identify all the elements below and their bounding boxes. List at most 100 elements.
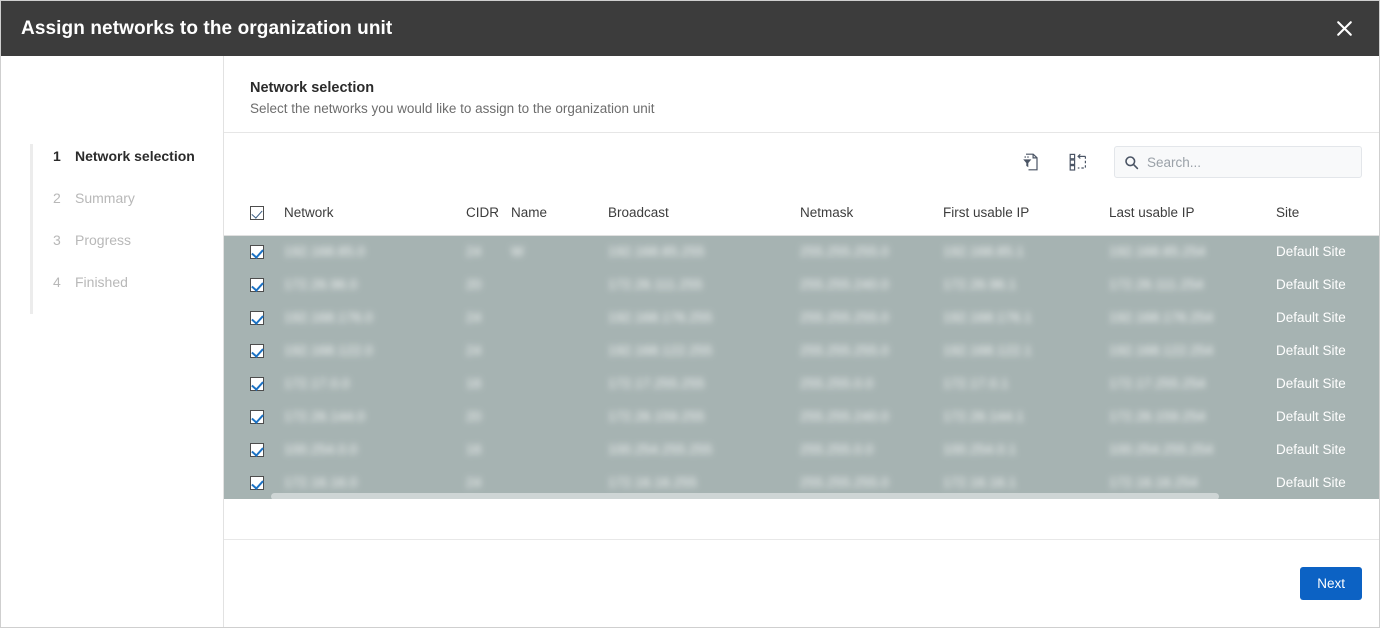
column-header-netmask[interactable]: Netmask bbox=[800, 191, 943, 236]
cell-value-broadcast: 172.16.16.255 bbox=[608, 475, 697, 490]
cell-cidr: 16 bbox=[466, 367, 511, 400]
column-header-last-usable-ip[interactable]: Last usable IP bbox=[1109, 191, 1276, 236]
assign-networks-dialog: Assign networks to the organization unit… bbox=[0, 0, 1380, 628]
cell-value-name: W bbox=[511, 244, 524, 260]
row-checkbox[interactable] bbox=[250, 311, 264, 326]
cell-cidr: 20 bbox=[466, 268, 511, 301]
cell-broadcast: 192.168.176.255 bbox=[608, 301, 800, 334]
networks-table: Network CIDR Name Broadcast Netmask Firs… bbox=[224, 191, 1379, 499]
cell-value-first-usable-ip: 192.168.85.1 bbox=[943, 244, 1025, 260]
column-header-name[interactable]: Name bbox=[511, 191, 608, 236]
row-checkbox-cell bbox=[224, 400, 284, 433]
cell-netmask: 255.255.255.0 bbox=[800, 301, 943, 334]
table-header-row: Network CIDR Name Broadcast Netmask Firs… bbox=[224, 191, 1379, 236]
cell-site: Default Site bbox=[1276, 466, 1379, 499]
cell-first-usable-ip: 172.26.96.1 bbox=[943, 268, 1109, 301]
cell-value-broadcast: 192.168.122.255 bbox=[608, 343, 713, 358]
column-header-network[interactable]: Network bbox=[284, 191, 466, 236]
step-label: Progress bbox=[75, 232, 132, 248]
cell-broadcast: 172.26.159.255 bbox=[608, 400, 800, 433]
cell-name bbox=[511, 400, 608, 433]
cell-last-usable-ip: 172.26.111.254 bbox=[1109, 268, 1276, 301]
cell-first-usable-ip: 192.168.176.1 bbox=[943, 301, 1109, 334]
cell-value-site: Default Site bbox=[1276, 277, 1346, 292]
cell-broadcast: 192.168.122.255 bbox=[608, 334, 800, 367]
row-checkbox[interactable] bbox=[250, 377, 264, 392]
table-row[interactable]: 172.26.144.0 20 172.26.159.255 255.255.240.… bbox=[224, 400, 1379, 433]
row-checkbox-cell bbox=[224, 334, 284, 367]
table-row[interactable]: 192.168.85.0 24 W 192.168.85.255 255.255.255… bbox=[224, 235, 1379, 268]
sidebar-step-finished[interactable]: 4 Finished bbox=[53, 274, 223, 316]
cell-value-netmask: 255.255.240.0 bbox=[800, 409, 889, 424]
cell-last-usable-ip: 192.168.176.254 bbox=[1109, 301, 1276, 334]
table-row[interactable]: 100.254.0.0 16 100.254.255.255 255.255.0.0 1… bbox=[224, 433, 1379, 466]
column-header-cidr[interactable]: CIDR bbox=[466, 191, 511, 236]
step-label: Network selection bbox=[75, 148, 195, 164]
cell-site: Default Site bbox=[1276, 400, 1379, 433]
cell-site: Default Site bbox=[1276, 301, 1379, 334]
cell-network: 172.26.96.0 bbox=[284, 268, 466, 301]
row-checkbox[interactable] bbox=[250, 245, 264, 260]
list-selection-icon[interactable] bbox=[1061, 145, 1095, 179]
document-filter-icon[interactable] bbox=[1013, 145, 1047, 179]
cell-value-cidr: 24 bbox=[466, 244, 482, 260]
sidebar-step-network-selection[interactable]: 1 Network selection bbox=[53, 148, 223, 190]
cell-netmask: 255.255.240.0 bbox=[800, 400, 943, 433]
table-row[interactable]: 192.168.122.0 24 192.168.122.255 255.255.25… bbox=[224, 334, 1379, 367]
row-checkbox-cell bbox=[224, 301, 284, 334]
cell-broadcast: 192.168.85.255 bbox=[608, 235, 800, 268]
cell-value-broadcast: 192.168.176.255 bbox=[608, 310, 713, 325]
row-checkbox[interactable] bbox=[250, 410, 264, 425]
step-label: Finished bbox=[75, 274, 128, 290]
cell-first-usable-ip: 192.168.85.1 bbox=[943, 235, 1109, 268]
dialog-titlebar: Assign networks to the organization unit bbox=[1, 1, 1379, 56]
cell-value-site: Default Site bbox=[1276, 409, 1346, 424]
cell-name bbox=[511, 301, 608, 334]
cell-site: Default Site bbox=[1276, 235, 1379, 268]
search-input[interactable] bbox=[1147, 154, 1352, 170]
cell-value-broadcast: 100.254.255.255 bbox=[608, 442, 713, 457]
cell-first-usable-ip: 172.17.0.1 bbox=[943, 367, 1109, 400]
dialog-content: Network selection Select the networks yo… bbox=[224, 56, 1379, 627]
cell-netmask: 255.255.255.0 bbox=[800, 334, 943, 367]
cell-value-site: Default Site bbox=[1276, 475, 1346, 490]
row-checkbox[interactable] bbox=[250, 344, 264, 359]
cell-network: 172.26.144.0 bbox=[284, 400, 466, 433]
cell-value-site: Default Site bbox=[1276, 343, 1346, 358]
cell-cidr: 20 bbox=[466, 400, 511, 433]
cell-name: W bbox=[511, 235, 608, 268]
cell-value-netmask: 255.255.255.0 bbox=[800, 244, 889, 260]
table-row[interactable]: 192.168.176.0 24 192.168.176.255 255.255.25… bbox=[224, 301, 1379, 334]
cell-value-last-usable-ip: 192.168.176.254 bbox=[1109, 310, 1214, 325]
column-header-site[interactable]: Site bbox=[1276, 191, 1379, 236]
row-checkbox[interactable] bbox=[250, 278, 264, 293]
cell-last-usable-ip: 172.26.159.254 bbox=[1109, 400, 1276, 433]
cell-broadcast: 172.26.111.255 bbox=[608, 268, 800, 301]
cell-value-last-usable-ip: 172.17.255.254 bbox=[1109, 376, 1206, 391]
cell-value-network: 172.26.96.0 bbox=[284, 277, 358, 292]
table-row[interactable]: 172.26.96.0 20 172.26.111.255 255.255.240.0… bbox=[224, 268, 1379, 301]
cell-cidr: 24 bbox=[466, 301, 511, 334]
cell-value-first-usable-ip: 172.26.96.1 bbox=[943, 277, 1017, 292]
search-box[interactable] bbox=[1114, 146, 1362, 178]
row-checkbox[interactable] bbox=[250, 443, 264, 458]
cell-network: 192.168.85.0 bbox=[284, 235, 466, 268]
cell-broadcast: 172.17.255.255 bbox=[608, 367, 800, 400]
sidebar-step-progress[interactable]: 3 Progress bbox=[53, 232, 223, 274]
cell-site: Default Site bbox=[1276, 367, 1379, 400]
column-header-first-usable-ip[interactable]: First usable IP bbox=[943, 191, 1109, 236]
cell-value-network: 192.168.176.0 bbox=[284, 310, 373, 325]
cell-first-usable-ip: 172.26.144.1 bbox=[943, 400, 1109, 433]
close-icon[interactable] bbox=[1327, 12, 1361, 46]
column-header-broadcast[interactable]: Broadcast bbox=[608, 191, 800, 236]
row-checkbox-cell bbox=[224, 268, 284, 301]
row-checkbox[interactable] bbox=[250, 476, 264, 491]
cell-last-usable-ip: 100.254.255.254 bbox=[1109, 433, 1276, 466]
sidebar-step-summary[interactable]: 2 Summary bbox=[53, 190, 223, 232]
table-row[interactable]: 172.17.0.0 16 172.17.255.255 255.255.0.0 172… bbox=[224, 367, 1379, 400]
next-button[interactable]: Next bbox=[1300, 567, 1362, 600]
select-all-checkbox[interactable] bbox=[250, 206, 264, 221]
cell-network: 192.168.176.0 bbox=[284, 301, 466, 334]
cell-cidr: 24 bbox=[466, 235, 511, 268]
table-horizontal-scrollbar[interactable] bbox=[271, 493, 1219, 500]
